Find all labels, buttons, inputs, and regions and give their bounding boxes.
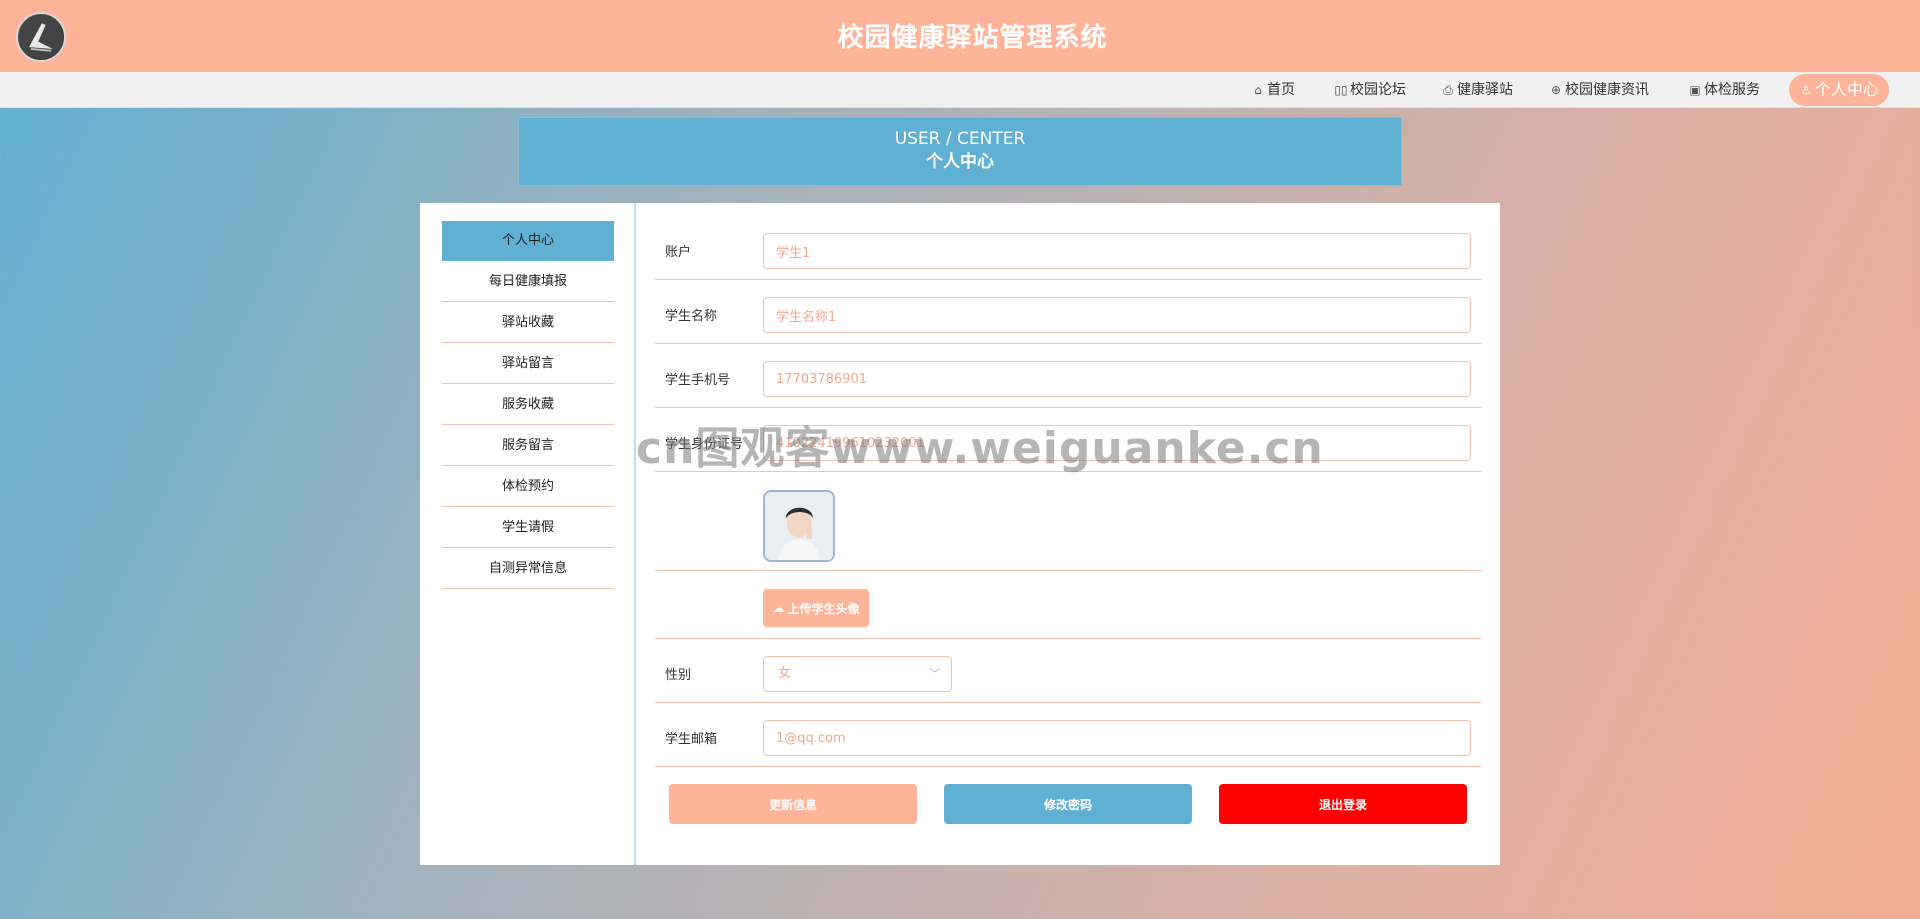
side-item-checkup-booking[interactable]: 体检预约 xyxy=(442,467,614,507)
side-item-service-favorites[interactable]: 服务收藏 xyxy=(442,385,614,425)
account-input[interactable] xyxy=(763,233,1471,269)
phone-row: 学生手机号 xyxy=(655,344,1482,408)
gender-value: 女 xyxy=(778,666,792,681)
name-input[interactable] xyxy=(763,297,1471,333)
banner-en: USER / CENTER xyxy=(894,129,1026,149)
nav-service-label: 体检服务 xyxy=(1704,82,1760,98)
home-icon: ⌂ xyxy=(1254,83,1262,97)
phone-input[interactable] xyxy=(763,361,1471,397)
nav-forum[interactable]: ▯▯ 校园论坛 xyxy=(1334,72,1406,108)
forum-icon: ▯▯ xyxy=(1334,83,1348,97)
nav-news-label: 校园健康资讯 xyxy=(1565,82,1649,98)
account-label: 账户 xyxy=(665,245,692,260)
app-title: 校园健康驿站管理系统 xyxy=(837,23,1108,53)
side-item-station-messages[interactable]: 驿站留言 xyxy=(442,344,614,384)
email-row: 学生邮箱 xyxy=(655,703,1482,767)
side-menu: 个人中心 每日健康填报 驿站收藏 驿站留言 服务收藏 服务留言 体检预约 学生请… xyxy=(442,221,614,590)
cloud-upload-icon: ☁ xyxy=(772,601,785,615)
upload-avatar-button[interactable]: ☁ 上传学生头像 xyxy=(763,589,869,627)
upload-row: ☁ 上传学生头像 xyxy=(655,571,1482,639)
account-row: 账户 xyxy=(655,221,1482,280)
side-item-user-center[interactable]: 个人中心 xyxy=(442,221,614,261)
nav-service[interactable]: ▣ 体检服务 xyxy=(1688,72,1760,108)
gender-row: 性别 女 ﹀ xyxy=(655,639,1482,703)
nav-station[interactable]: ⎙ 健康驿站 xyxy=(1441,72,1513,108)
idcard-row: 学生身份证号 xyxy=(655,408,1482,472)
nav-home[interactable]: ⌂ 首页 xyxy=(1251,72,1295,108)
top-header: 校园健康驿站管理系统 xyxy=(0,0,1920,72)
upload-avatar-label: 上传学生头像 xyxy=(787,601,860,616)
station-icon: ⎙ xyxy=(1443,83,1453,97)
email-input[interactable] xyxy=(763,720,1471,756)
email-label: 学生邮箱 xyxy=(665,732,718,747)
user-icon: ♙ xyxy=(1800,83,1812,97)
nav-home-label: 首页 xyxy=(1267,82,1295,98)
page-banner: USER / CENTER 个人中心 xyxy=(518,117,1402,186)
phone-label: 学生手机号 xyxy=(665,373,731,388)
name-row: 学生名称 xyxy=(655,280,1482,344)
name-label: 学生名称 xyxy=(665,309,718,324)
change-password-button[interactable]: 修改密码 xyxy=(944,784,1192,824)
chevron-down-icon: ﹀ xyxy=(928,667,941,681)
idcard-input[interactable] xyxy=(763,425,1471,461)
side-item-self-test-abnormal[interactable]: 自测异常信息 xyxy=(442,549,614,589)
nav-forum-label: 校园论坛 xyxy=(1350,82,1406,98)
service-icon: ▣ xyxy=(1689,83,1701,97)
gender-select[interactable]: 女 ﹀ xyxy=(763,656,952,692)
globe-icon: ⊕ xyxy=(1550,83,1562,97)
side-item-student-leave[interactable]: 学生请假 xyxy=(442,508,614,548)
logout-button[interactable]: 退出登录 xyxy=(1219,784,1467,824)
banner-cn: 个人中心 xyxy=(926,152,994,172)
nav-user-center[interactable]: ♙ 个人中心 xyxy=(1789,74,1890,106)
nav-news[interactable]: ⊕ 校园健康资讯 xyxy=(1549,72,1649,108)
avatar-row xyxy=(655,472,1482,571)
side-item-service-messages[interactable]: 服务留言 xyxy=(442,426,614,466)
nav-user-center-label: 个人中心 xyxy=(1815,80,1880,99)
user-center-card: 个人中心 每日健康填报 驿站收藏 驿站留言 服务收藏 服务留言 体检预约 学生请… xyxy=(420,203,1500,865)
nav-station-label: 健康驿站 xyxy=(1457,82,1513,98)
update-info-button[interactable]: 更新信息 xyxy=(669,784,917,824)
side-item-station-favorites[interactable]: 驿站收藏 xyxy=(442,303,614,343)
vertical-divider xyxy=(634,203,636,865)
top-nav: ⌂ 首页 ▯▯ 校园论坛 ⎙ 健康驿站 ⊕ 校园健康资讯 ▣ 体检服务 ♙ 个人… xyxy=(0,72,1920,108)
idcard-label: 学生身份证号 xyxy=(665,437,744,452)
student-avatar xyxy=(763,490,835,562)
gender-label: 性别 xyxy=(665,668,692,683)
side-item-daily-report[interactable]: 每日健康填报 xyxy=(442,262,614,302)
